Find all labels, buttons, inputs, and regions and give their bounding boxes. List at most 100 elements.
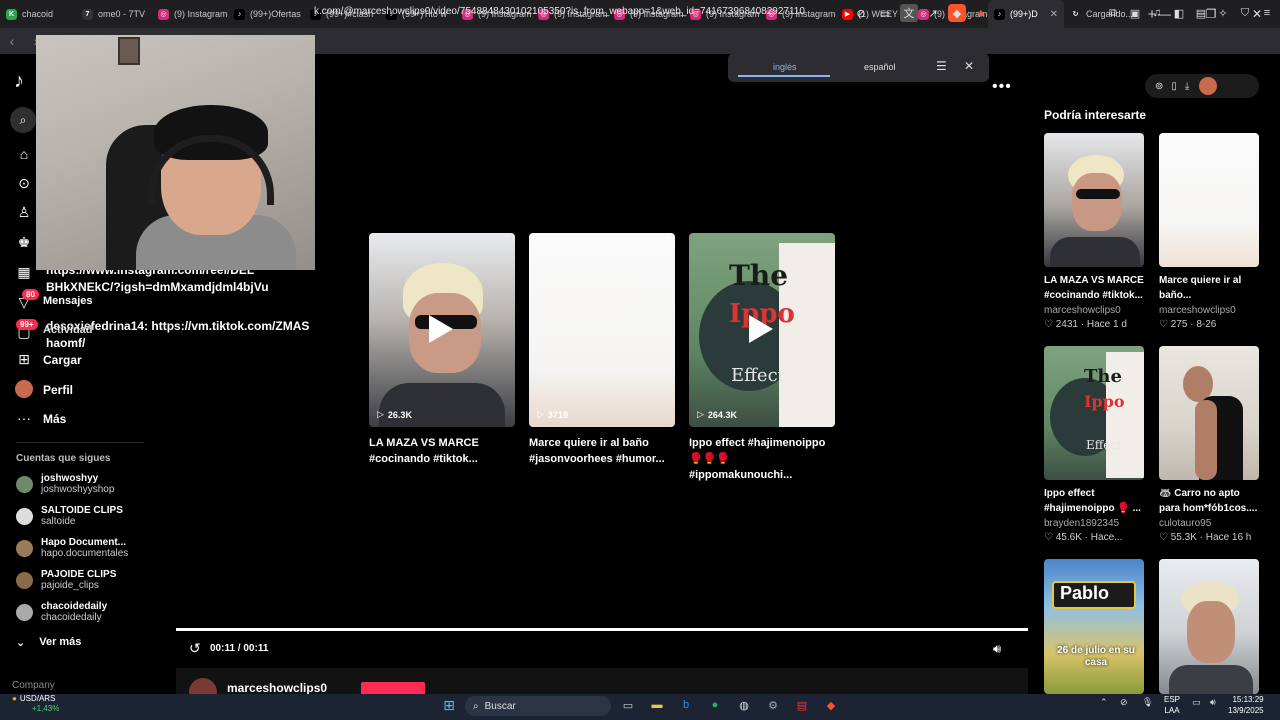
search-icon[interactable]: ⌕ (10, 107, 36, 133)
brave-rewards-icon[interactable]: ▲ (972, 4, 990, 22)
tray-network-icon[interactable]: ⊘ (1120, 697, 1128, 708)
author-name[interactable]: marceshowclips0 (227, 681, 327, 695)
sidebar-toggle-icon[interactable]: ◧ (1170, 4, 1188, 22)
taskbar-clock[interactable]: 15:13:29 13/9/2025 (1228, 694, 1264, 716)
replay-icon[interactable]: ↺ (189, 640, 201, 657)
file-explorer-icon[interactable]: ▬ (648, 697, 666, 713)
friends-icon[interactable]: ♚ (14, 232, 34, 252)
translate-target-tab[interactable]: español (864, 62, 896, 72)
share-icon[interactable]: ↗ (924, 4, 942, 22)
suggestion-thumbnail[interactable]: Pablo 26 de julio en su casa (1044, 559, 1144, 694)
leo-icon[interactable]: ✧ (1214, 4, 1232, 22)
screenshot-icon[interactable]: ▣ (1126, 4, 1144, 22)
bing-icon[interactable]: b (677, 697, 695, 713)
spotify-icon[interactable]: ● (706, 697, 724, 713)
back-icon[interactable]: ‹ (0, 33, 24, 49)
live-icon[interactable]: ▦ (14, 262, 34, 282)
stock-widget[interactable]: ● USD/ARS +1,43% (12, 694, 59, 714)
browser-tab[interactable]: 7 ome0 - 7TV (76, 0, 152, 28)
company-link[interactable]: Company (12, 680, 55, 691)
tab-close-icon[interactable]: ✕ (1050, 9, 1058, 20)
nav-label-upload[interactable]: Cargar (43, 353, 82, 367)
tiktok-logo-icon[interactable]: ♪ (14, 70, 24, 93)
followed-account[interactable]: joshwoshyy joshwoshyyshop (16, 473, 114, 495)
app-icon[interactable]: ◍ (735, 697, 753, 713)
suggestion-thumbnail[interactable] (1159, 559, 1259, 694)
tray-display-icon[interactable]: ▭ (1192, 697, 1201, 708)
suggestion-user[interactable]: marceshowclips0 (1044, 304, 1144, 318)
device-icon[interactable]: ▯ (1171, 81, 1177, 92)
translate-menu-icon[interactable]: ☰ (936, 59, 947, 73)
video-progress-bar[interactable] (176, 628, 1028, 631)
nav-label-messages[interactable]: Mensajes (43, 295, 93, 307)
browser-tab[interactable]: ♪ (99+)Ofertas (228, 0, 304, 28)
related-thumbnail[interactable]: The Ippo Effect ▷ 264.3K (689, 233, 835, 427)
explore-icon[interactable]: ⊙ (14, 173, 34, 193)
taskbar-search[interactable]: ⌕ Buscar (465, 696, 611, 716)
suggestion-user[interactable]: brayden1892345 (1044, 517, 1144, 531)
download-icon[interactable]: ⤓ (1185, 81, 1189, 92)
language-indicator[interactable]: ESP LAA (1164, 694, 1180, 716)
more-icon[interactable]: ··· (14, 408, 34, 428)
translate-source-tab[interactable]: inglés (773, 62, 797, 72)
browser-tab[interactable]: Kchacoid (0, 0, 76, 28)
suggestion-card[interactable]: Marce quiere ir al baño... marceshowclip… (1159, 133, 1259, 332)
nav-label-profile[interactable]: Perfil (43, 383, 73, 397)
followed-account[interactable]: PAJOIDE CLIPS pajoide_clips (16, 569, 116, 591)
suggestion-user[interactable]: marceshowclips0 (1159, 304, 1259, 318)
more-options-icon[interactable]: ••• (992, 78, 1012, 96)
nav-label-more[interactable]: Más (43, 412, 66, 426)
windows-start-icon[interactable]: ⊞ (440, 697, 458, 713)
tracking-icon[interactable]: ⊘ (852, 4, 870, 22)
news-app-icon[interactable]: ▤ (793, 697, 811, 713)
related-thumbnail[interactable]: ▷ 3718 (529, 233, 675, 427)
tray-chevron-icon[interactable]: ⌃ (1100, 697, 1108, 708)
profile-avatar-icon[interactable] (14, 379, 34, 399)
followed-account[interactable]: SALTOIDE CLIPS saltoide (16, 505, 123, 527)
task-view-icon[interactable]: ▭ (619, 697, 637, 713)
followed-account[interactable]: chacoidedaily chacoidedaily (16, 601, 107, 623)
user-avatar[interactable] (1199, 77, 1218, 95)
tray-volume-icon[interactable]: 🔊︎ (1210, 697, 1216, 708)
related-title[interactable]: Ippo effect #hajimenoippo 🥊🥊🥊 #ippomakuno… (689, 435, 835, 483)
settings-icon[interactable]: ⚙ (764, 697, 782, 713)
following-icon[interactable]: ♙ (14, 202, 34, 222)
related-title[interactable]: Marce quiere ir al baño #jasonvoorhees #h… (529, 435, 675, 467)
related-video-card[interactable]: ▷ 3718 Marce quiere ir al baño #jasonvoorh… (529, 233, 675, 467)
extensions-icon[interactable]: ⧉ (1104, 4, 1122, 22)
cast-icon[interactable]: ▭ (876, 4, 894, 22)
related-video-card[interactable]: The Ippo Effect ▷ 264.3K Ippo effect #haj… (689, 233, 835, 483)
translate-close-icon[interactable]: ✕ (964, 59, 974, 73)
suggestion-card[interactable]: LA MAZA VS MARCE #cocinando #tiktok... m… (1044, 133, 1144, 332)
suggestion-thumbnail[interactable] (1159, 346, 1259, 480)
related-video-card[interactable]: ▷ 26.3K LA MAZA VS MARCE #cocinando #tikto… (369, 233, 515, 467)
browser-tab[interactable]: ♪ (99+)D ✕ (988, 0, 1064, 28)
suggestion-user[interactable]: culotauro95 (1159, 517, 1259, 531)
browser-tab[interactable]: ◎ (9) Instagram (152, 0, 228, 28)
coins-icon[interactable]: ⊚ (1155, 81, 1163, 92)
home-icon[interactable]: ⌂ (14, 144, 34, 164)
translate-icon[interactable]: 文 (900, 4, 918, 22)
followed-account[interactable]: Hapo Document... hapo.documentales (16, 537, 128, 559)
menu-icon[interactable]: ≡ (1258, 4, 1276, 22)
see-more-button[interactable]: ⌄ Ver más (16, 636, 81, 649)
related-title[interactable]: LA MAZA VS MARCE #cocinando #tiktok... (369, 435, 515, 467)
related-thumbnail[interactable]: ▷ 26.3K (369, 233, 515, 427)
brave-browser-icon[interactable]: ◆ (822, 697, 840, 713)
suggestion-thumbnail[interactable] (1159, 133, 1259, 267)
suggestion-card[interactable]: The Ippo Effect Ippo effect #hajimenoipp… (1044, 346, 1144, 545)
suggestion-card[interactable]: 🦝 Carro no apto para hom*fób1cos.... cul… (1159, 346, 1259, 545)
nav-label-activity[interactable]: Actividad (43, 324, 93, 336)
volume-icon[interactable]: 🔊︎ (993, 641, 1001, 657)
tray-mic-icon[interactable]: 🎙︎ (1142, 697, 1153, 708)
plus-square-icon[interactable]: ⊞ (14, 349, 34, 369)
media-icon[interactable]: ♫ (1148, 4, 1166, 22)
url-field[interactable]: k.com/@marceshowclips0/video/75488484301… (314, 6, 805, 17)
suggestion-thumbnail[interactable] (1044, 133, 1144, 267)
suggestion-card[interactable]: Pablo 26 de julio en su casa (1044, 559, 1144, 694)
suggestion-card[interactable] (1159, 559, 1259, 694)
brave-shield-icon[interactable]: ◆ (948, 4, 966, 22)
suggestion-thumbnail[interactable]: The Ippo Effect (1044, 346, 1144, 480)
vpn-icon[interactable]: ⛉ (1236, 4, 1254, 22)
wallet-icon[interactable]: ▤ (1192, 4, 1210, 22)
